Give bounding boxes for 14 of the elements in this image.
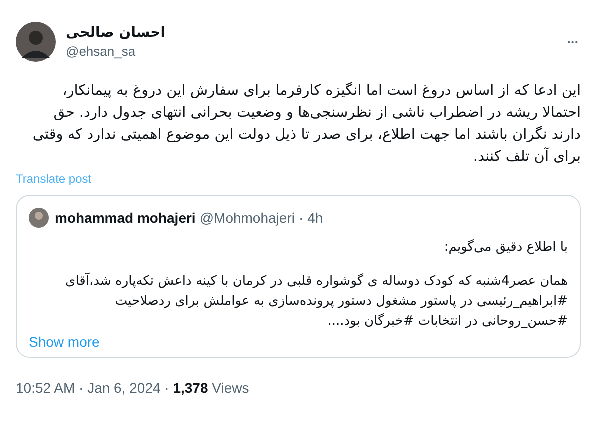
quoted-author-name: mohammad mohajeri	[55, 210, 196, 226]
more-button[interactable]: •••	[566, 36, 581, 48]
author-handle[interactable]: @ehsan_sa	[66, 44, 166, 59]
quoted-post[interactable]	[16, 195, 581, 358]
avatar	[29, 208, 49, 228]
post-text: این ادعا که از اساس دروغ است اما انگیزه کارفرما برای سفارش این دروغ به پیمانکار، احتمالا ریشه در اضطراب ناشی از نظرسنجی‌ها و وضعیت بحرانی انتهای جدول دارد. حق دارند نگران باشند اما جهت اطلاع، برای صدر تا ذیل دولت این موضوع اهمیتی ندارد که وقتی برای آن تلف کنند.	[32, 81, 581, 167]
quoted-text: همان عصر4شنبه که کودک دوساله ی گوشواره قلبی در کرمان با کینه داعش تکه‌پاره شد،آقای #ابراهیم_رئیسی در پاستور مشغول دستور پرونده‌سازی به عواملش برای ردصلاحیت #حسن_روحانی در انتخابات #خبرگان بود....	[64, 272, 568, 331]
post-meta: 10:52 AM · Jan 6, 2024 · 1,378 Views	[16, 380, 250, 396]
avatar[interactable]	[16, 22, 56, 62]
quoted-text: با اطلاع دقیق می‌گویم:	[443, 238, 568, 257]
separator: ·	[298, 210, 304, 226]
author-name[interactable]: احسان صالحی	[66, 25, 166, 41]
post-time: 4h	[308, 210, 324, 226]
quoted-author-handle: @Mohmohajeri	[200, 210, 295, 226]
